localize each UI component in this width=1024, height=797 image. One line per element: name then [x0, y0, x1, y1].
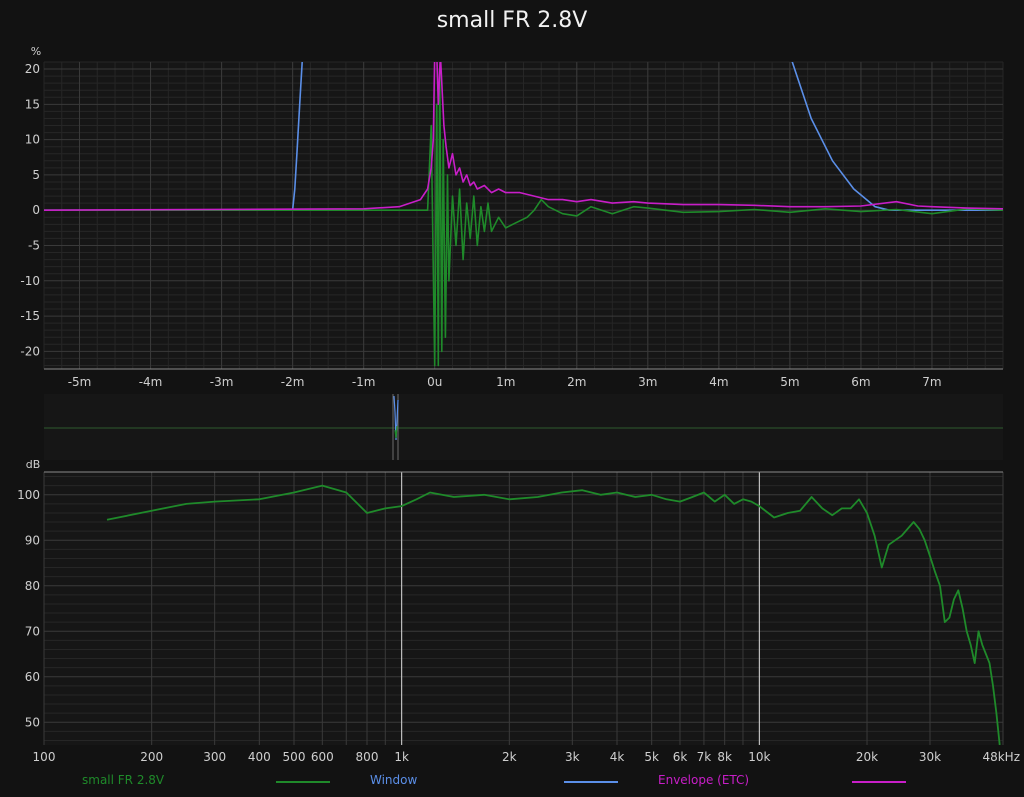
impulse-x-tick-label: 0u — [427, 375, 442, 389]
fr-x-tick-label: 5k — [644, 750, 659, 764]
fr-x-tick-label: 4k — [610, 750, 625, 764]
fr-x-tick-label: 100 — [33, 750, 56, 764]
impulse-y-tick-label: -15 — [20, 309, 40, 323]
fr-y-tick-label: 80 — [25, 579, 40, 593]
impulse-y-tick-label: 15 — [25, 97, 40, 111]
legend: small FR 2.8V Window Envelope (ETC) — [0, 771, 1024, 791]
frequency-response-panel[interactable]: 100 90 80 70 60 50 100 200 300 400 500 600 800 1k 2k 3k… — [17, 458, 1020, 764]
impulse-x-tick-label: 3m — [638, 375, 657, 389]
impulse-x-tick-label: -1m — [352, 375, 376, 389]
fr-y-tick-label: 60 — [25, 670, 40, 684]
impulse-y-tick-label: 0 — [32, 203, 40, 217]
legend-swatch-measurement — [276, 781, 330, 783]
legend-swatch-window — [564, 781, 618, 783]
impulse-x-tick-label: 1m — [496, 375, 515, 389]
impulse-y-tick-label: -10 — [20, 274, 40, 288]
fr-x-tick-label: 800 — [356, 750, 379, 764]
impulse-x-tick-label: 5m — [780, 375, 799, 389]
fr-x-tick-label: 1k — [394, 750, 409, 764]
fr-y-tick-label: 100 — [17, 488, 40, 502]
fr-y-axis-label: dB — [26, 458, 41, 471]
legend-swatch-envelope — [852, 781, 906, 783]
fr-x-tick-label: 10k — [748, 750, 770, 764]
fr-x-tick-label: 600 — [311, 750, 334, 764]
legend-label-measurement: small FR 2.8V — [82, 773, 165, 787]
window-panel — [44, 394, 1003, 460]
impulse-x-tick-label: -3m — [210, 375, 234, 389]
impulse-y-tick-label: 20 — [25, 62, 40, 76]
fr-x-tick-label: 7k — [697, 750, 712, 764]
window-strip-area — [44, 394, 1003, 460]
fr-x-tick-label: 300 — [203, 750, 226, 764]
fr-x-tick-label: 200 — [140, 750, 163, 764]
fr-x-tick-label: 8k — [717, 750, 732, 764]
impulse-y-tick-label: 10 — [25, 133, 40, 147]
fr-x-tick-label: 20k — [856, 750, 878, 764]
impulse-x-tick-label: -4m — [139, 375, 163, 389]
impulse-x-tick-label: 4m — [709, 375, 728, 389]
impulse-x-tick-label: 2m — [567, 375, 586, 389]
fr-x-tick-label: 400 — [248, 750, 271, 764]
impulse-y-tick-label: -20 — [20, 344, 40, 358]
impulse-y-tick-label: 5 — [32, 168, 40, 182]
impulse-y-tick-label: -5 — [28, 238, 40, 252]
fr-y-tick-label: 90 — [25, 533, 40, 547]
fr-x-tick-label: 3k — [565, 750, 580, 764]
fr-x-tick-label: 2k — [502, 750, 517, 764]
impulse-panel[interactable]: 20 15 10 5 0 -5 -10 -15 -20 -5m -4m -3m -2m -1m 0u 1m 2m… — [20, 45, 1004, 389]
fr-x-tick-label: 6k — [673, 750, 688, 764]
fr-x-tick-label: 30k — [919, 750, 941, 764]
impulse-y-axis-label: % — [31, 45, 41, 58]
fr-x-tick-label: 48kHz — [982, 750, 1020, 764]
measurement-plot: 20151050-5-10-15-20-5m -4m -3m -2m -1m 0u 1m 2m… — [17, 45, 1020, 764]
fr-x-tick-label: 500 — [283, 750, 306, 764]
fr-y-tick-label: 70 — [25, 624, 40, 638]
impulse-x-tick-label: -2m — [281, 375, 305, 389]
impulse-x-tick-label: -5m — [68, 375, 92, 389]
legend-label-window: Window — [370, 773, 418, 787]
legend-label-envelope: Envelope (ETC) — [658, 773, 750, 787]
fr-y-tick-label: 50 — [25, 715, 40, 729]
impulse-x-tick-label: 7m — [922, 375, 941, 389]
impulse-x-tick-label: 6m — [851, 375, 870, 389]
